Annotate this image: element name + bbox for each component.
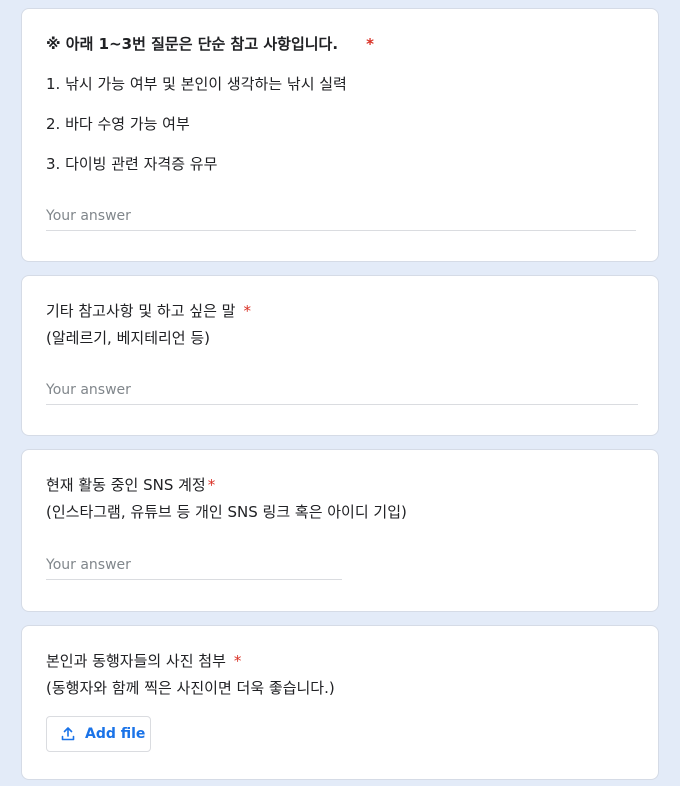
required-asterisk: * (233, 652, 242, 670)
add-file-button[interactable]: Add file (46, 716, 151, 752)
question-title-text: 현재 활동 중인 SNS 계정 (46, 476, 206, 494)
question-line-3: 3. 다이빙 관련 자격증 유무 (46, 155, 218, 173)
question-line-2: 2. 바다 수영 가능 여부 (46, 115, 190, 133)
question-title-text: 본인과 동행자들의 사진 첨부 (46, 652, 226, 670)
question-title: ※ 아래 1~3번 질문은 단순 참고 사항입니다. * (46, 34, 374, 54)
question-line-1: 1. 낚시 가능 여부 및 본인이 생각하는 낚시 실력 (46, 75, 347, 93)
answer-input[interactable] (46, 382, 638, 405)
question-card-1: ※ 아래 1~3번 질문은 단순 참고 사항입니다. * 1. 낚시 가능 여부 … (21, 8, 659, 262)
question-card-4: 본인과 동행자들의 사진 첨부 * (동행자와 함께 찍은 사진이면 더욱 좋습니… (21, 625, 659, 780)
question-subtitle: (동행자와 함께 찍은 사진이면 더욱 좋습니다.) (46, 679, 335, 697)
question-subtitle: (인스타그램, 유튜브 등 개인 SNS 링크 혹은 아이디 기입) (46, 503, 407, 521)
required-asterisk: * (243, 302, 251, 320)
required-asterisk: * (366, 35, 374, 53)
question-title-text: ※ 아래 1~3번 질문은 단순 참고 사항입니다. (46, 35, 339, 53)
question-title-text: 기타 참고사항 및 하고 싶은 말 (46, 302, 236, 320)
question-subtitle: (알레르기, 베지테리언 등) (46, 329, 211, 347)
question-card-2: 기타 참고사항 및 하고 싶은 말 * (알레르기, 베지테리언 등) (21, 275, 659, 436)
question-card-3: 현재 활동 중인 SNS 계정 * (인스타그램, 유튜브 등 개인 SNS 링크… (21, 449, 659, 612)
question-title: 기타 참고사항 및 하고 싶은 말 * (46, 301, 251, 321)
question-title: 본인과 동행자들의 사진 첨부 * (46, 651, 241, 671)
answer-input[interactable] (46, 557, 342, 580)
upload-icon (61, 727, 75, 741)
answer-input[interactable] (46, 208, 636, 231)
required-asterisk: * (207, 476, 216, 494)
add-file-label: Add file (85, 726, 146, 742)
question-title: 현재 활동 중인 SNS 계정 * (46, 475, 215, 495)
